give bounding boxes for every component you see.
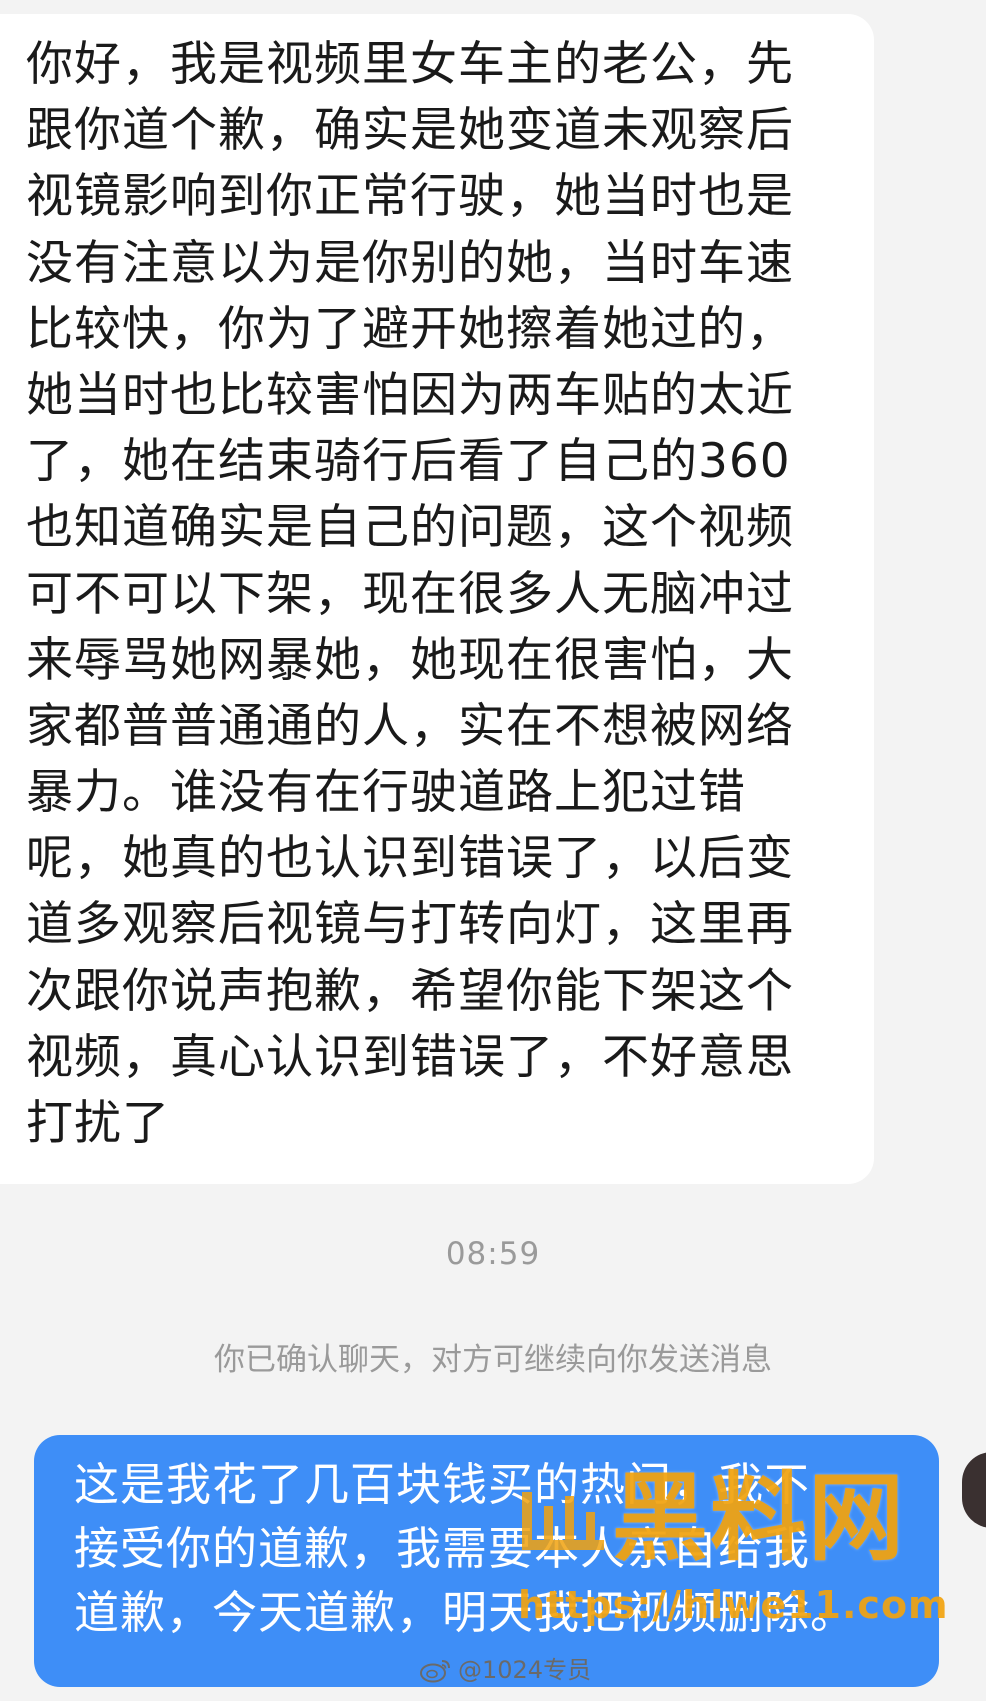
message-line: 跟你道个歉，确实是她变道未观察后	[26, 103, 794, 159]
message-line: 视镜影响到你正常行驶，她当时也是	[26, 169, 794, 225]
chat-screen: 你好，我是视频里女车主的老公，先 跟你道个歉，确实是她变道未观察后 视镜影响到你…	[0, 0, 986, 1701]
message-line: 视频，真心认识到错误了，不好意思	[26, 1029, 794, 1085]
message-line: 道多观察后视镜与打转向灯，这里再	[26, 897, 794, 953]
message-line: 暴力。谁没有在行驶道路上犯过错	[26, 765, 746, 821]
message-line: 可不可以下架，现在很多人无脑冲过	[26, 566, 794, 622]
watermark-logo-icon	[522, 1492, 604, 1550]
incoming-message-bubble[interactable]: 你好，我是视频里女车主的老公，先 跟你道个歉，确实是她变道未观察后 视镜影响到你…	[0, 14, 874, 1184]
weibo-credit: @1024专员	[420, 1650, 591, 1690]
message-timestamp: 08:59	[445, 1236, 541, 1272]
message-line: 打扰了	[26, 1096, 170, 1151]
watermark-url: https://hlwe11.com	[518, 1583, 949, 1627]
watermark-brand: 黑料网	[612, 1462, 906, 1574]
weibo-credit-text: @1024专员	[458, 1656, 592, 1684]
message-line: 也知道确实是自己的问题，这个视频	[26, 500, 794, 556]
message-line: 呢，她真的也认识到错误了，以后变	[26, 831, 794, 887]
message-line: 家都普普通通的人，实在不想被网络	[26, 698, 794, 754]
message-line: 她当时也比较害怕因为两车贴的太近	[26, 367, 794, 423]
avatar[interactable]	[962, 1452, 986, 1528]
message-line: 你好，我是视频里女车主的老公，先	[26, 37, 794, 92]
weibo-icon	[420, 1660, 450, 1683]
message-line: 来辱骂她网暴她，她现在很害怕，大	[26, 632, 794, 688]
message-line: 比较快，你为了避开她擦着她过的，	[26, 301, 794, 357]
message-line: 没有注意以为是你别的她，当时车速	[26, 235, 794, 291]
message-line: 了，她在结束骑行后看了自己的360	[26, 434, 791, 490]
system-notice: 你已确认聊天，对方可继续向你发送消息	[214, 1342, 772, 1378]
message-line: 次跟你说声抱歉，希望你能下架这个	[26, 963, 794, 1019]
